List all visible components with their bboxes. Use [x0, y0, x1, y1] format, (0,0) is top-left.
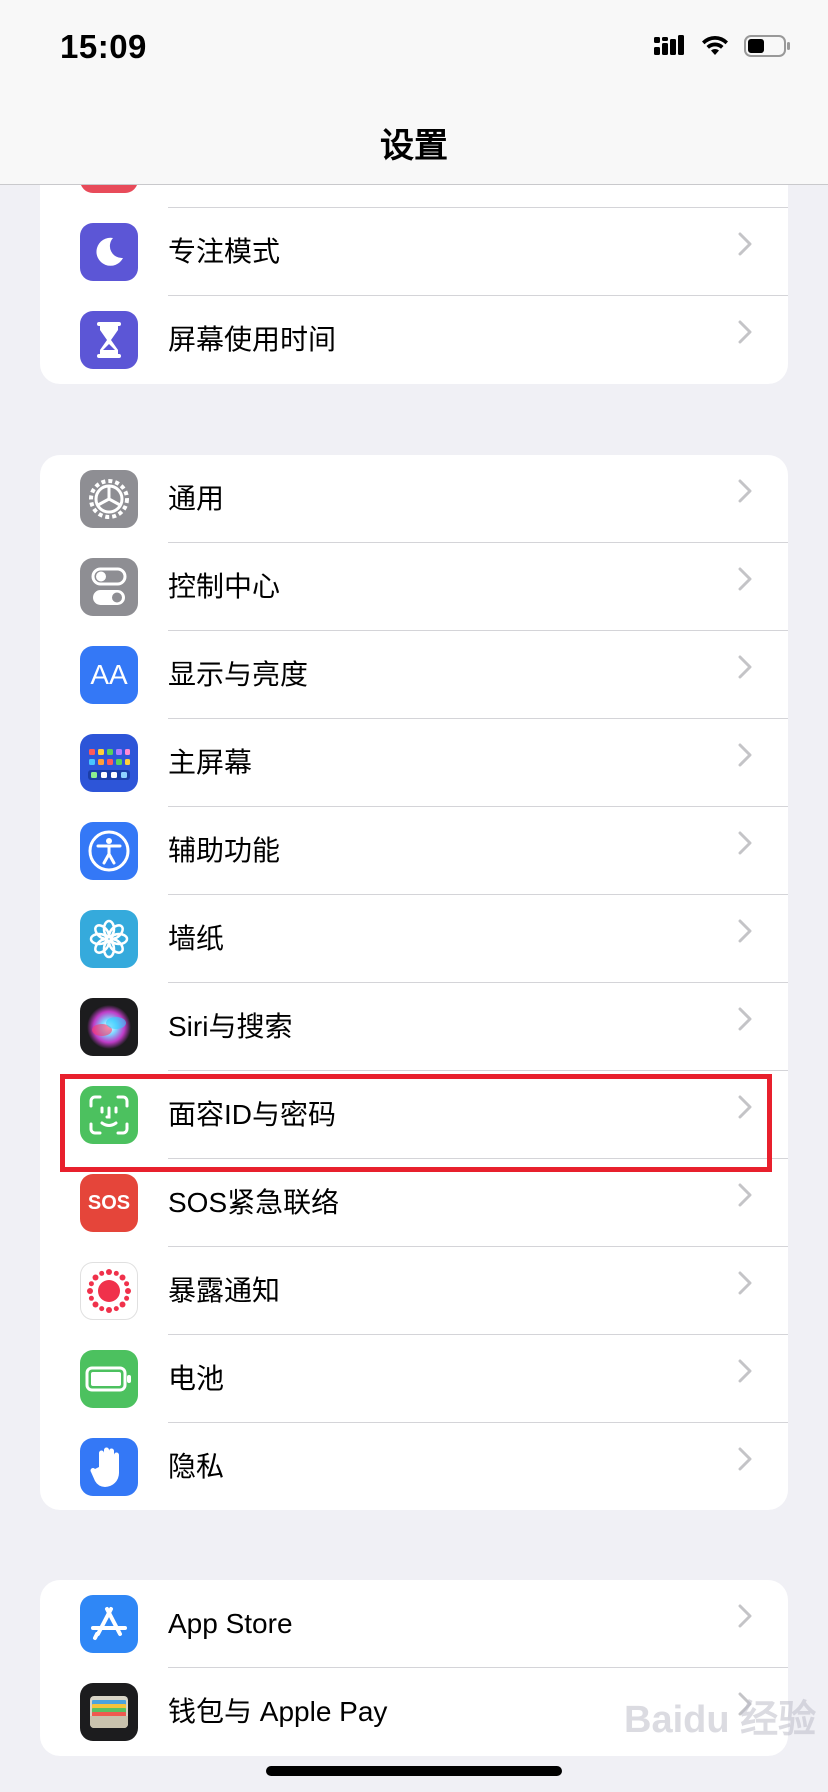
wifi-icon: [700, 35, 730, 62]
highlight-box: [60, 1074, 772, 1172]
chevron-right-icon: [738, 543, 752, 631]
chevron-right-icon: [738, 631, 752, 719]
battery-status-icon: [744, 34, 792, 63]
settings-row-app-store[interactable]: App Store: [40, 1580, 788, 1668]
settings-row-label: Siri与搜索: [168, 1011, 293, 1042]
settings-row-label: 显示与亮度: [168, 659, 309, 690]
chevron-right-icon: [738, 983, 752, 1071]
chevron-right-icon: [738, 895, 752, 983]
settings-row-label: 暴露通知: [168, 1275, 281, 1306]
settings-row-focus[interactable]: 专注模式: [40, 208, 788, 296]
settings-row-label: 钱包与 Apple Pay: [168, 1696, 388, 1727]
settings-row-screen-time[interactable]: 屏幕使用时间: [40, 296, 788, 384]
settings-row-label: 通用: [168, 483, 225, 514]
settings-row-exposure[interactable]: 暴露通知: [40, 1247, 788, 1335]
navigation-header: 15:09 设置: [0, 0, 828, 185]
settings-row-display[interactable]: AA 显示与亮度: [40, 631, 788, 719]
settings-row-label: 主屏幕: [168, 747, 253, 778]
settings-row-privacy[interactable]: 隐私: [40, 1423, 788, 1510]
wallet-icon: [80, 1683, 138, 1741]
chevron-right-icon: [738, 1423, 752, 1510]
exposure-icon: [80, 1262, 138, 1320]
settings-row-wallpaper[interactable]: 墙纸: [40, 895, 788, 983]
sos-icon-glyph: SOS: [87, 1191, 131, 1214]
settings-row-battery[interactable]: 电池: [40, 1335, 788, 1423]
settings-row-label: 辅助功能: [168, 835, 281, 866]
cellular-signal-icon: [654, 35, 686, 62]
status-icons: [654, 34, 792, 63]
settings-row-label: 隐私: [168, 1451, 225, 1482]
settings-row-control-center[interactable]: 控制中心: [40, 543, 788, 631]
settings-row-label: 屏幕使用时间: [168, 324, 337, 355]
chevron-right-icon: [738, 807, 752, 895]
home-indicator[interactable]: [266, 1766, 562, 1776]
settings-group-general: 通用 控制中心 AA 显示与亮度 主屏幕 辅助功能 墙纸 Siri与搜索 面容I…: [40, 455, 788, 1510]
app-store-icon: [80, 1595, 138, 1653]
chevron-right-icon: [738, 1580, 752, 1668]
hourglass-icon: [80, 311, 138, 369]
settings-row-label: App Store: [168, 1608, 293, 1639]
chevron-right-icon: [738, 208, 752, 296]
settings-row-label: 控制中心: [168, 571, 281, 602]
settings-row-accessibility[interactable]: 辅助功能: [40, 807, 788, 895]
chevron-right-icon: [738, 1159, 752, 1247]
flower-icon: [80, 910, 138, 968]
page-title: 设置: [380, 127, 448, 165]
moon-icon: [80, 223, 138, 281]
text-size-icon-glyph: AA: [90, 659, 128, 690]
accessibility-icon: [80, 822, 138, 880]
settings-row-label: 墙纸: [168, 923, 225, 954]
settings-row-label: SOS紧急联络: [168, 1187, 340, 1218]
toggles-icon: [80, 558, 138, 616]
settings-row-siri[interactable]: Siri与搜索: [40, 983, 788, 1071]
siri-icon: [80, 998, 138, 1056]
settings-row-general[interactable]: 通用: [40, 455, 788, 543]
settings-row-label: 专注模式: [168, 236, 281, 267]
chevron-right-icon: [738, 719, 752, 807]
settings-row-home-screen[interactable]: 主屏幕: [40, 719, 788, 807]
chevron-right-icon: [738, 1335, 752, 1423]
sos-icon: SOS: [80, 1174, 138, 1232]
text-size-icon: AA: [80, 646, 138, 704]
settings-row-label: 电池: [168, 1363, 225, 1394]
chevron-right-icon: [738, 455, 752, 543]
home-screen-icon: [80, 734, 138, 792]
battery-icon: [80, 1350, 138, 1408]
chevron-right-icon: [738, 296, 752, 384]
settings-row-sos[interactable]: SOS SOS紧急联络: [40, 1159, 788, 1247]
status-time: 15:09: [60, 28, 147, 65]
hand-icon: [80, 1438, 138, 1496]
gear-icon: [80, 470, 138, 528]
chevron-right-icon: [738, 1247, 752, 1335]
watermark: Baidu 经验: [624, 1699, 817, 1741]
